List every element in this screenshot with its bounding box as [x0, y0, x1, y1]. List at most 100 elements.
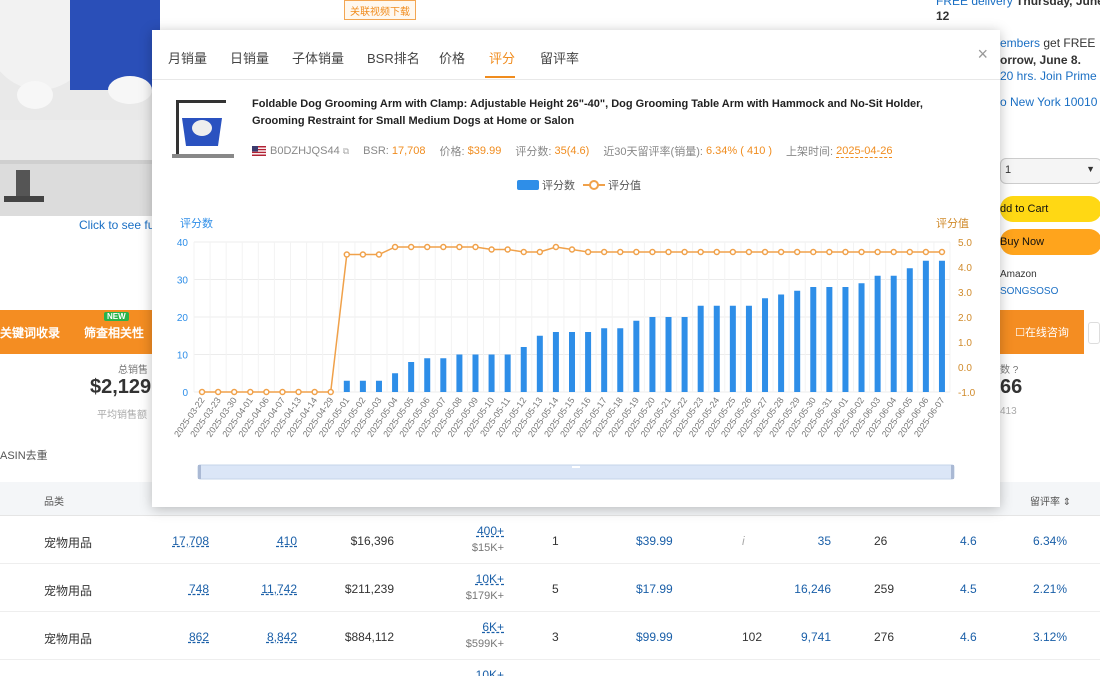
table-row[interactable]: 宠物用品 17,708 410 $16,396 1 $39.99 i 35 26 4.6 6.34%…: [0, 516, 1100, 564]
rating-point: [617, 248, 624, 256]
tab-price[interactable]: 价格: [439, 48, 465, 67]
bsr-label: BSR:: [363, 145, 389, 157]
online-consult-button[interactable]: ☐ 在线咨询: [1000, 310, 1084, 354]
modal-tabs: 月销量 日销量 子体销量 BSR排名 价格 评分 留评率 ×: [152, 30, 1000, 80]
cell-variant-main[interactable]: 10K+: [476, 572, 504, 586]
right-stat-sub: 413: [1000, 406, 1017, 417]
close-icon[interactable]: ×: [977, 44, 988, 65]
cell-variant-sub: $15K+: [471, 542, 504, 554]
quantity-select[interactable]: 1 ▼: [1000, 158, 1100, 184]
rating-point: [858, 248, 865, 256]
bar: [874, 275, 881, 392]
buy-now-button[interactable]: Buy Now: [1000, 229, 1100, 255]
zoom-slider-handle-left[interactable]: [198, 465, 201, 479]
cell-rate: 6.34%: [1033, 534, 1068, 548]
cell-bsr[interactable]: 17,708: [172, 534, 209, 548]
rating-point: [649, 248, 656, 256]
table-row[interactable]: 宠物用品 862 8,842 $884,112 3 $99.99 102 9,741 276 4.…: [0, 612, 1100, 660]
relevance-button[interactable]: NEW 筛查相关性: [84, 311, 144, 341]
tab-variant-sales[interactable]: 子体销量: [292, 48, 344, 67]
y-right-tick: 4.0: [958, 263, 972, 274]
tab-review-rate[interactable]: 留评率: [540, 48, 579, 67]
bar: [729, 305, 736, 392]
table-row[interactable]: 宠物用品 748 11,742 $211,239 5 $17.99 16,246 259 4.5…: [0, 564, 1100, 612]
asin-value[interactable]: B0DZHJQS44: [270, 145, 340, 157]
cell-sales[interactable]: 8,842: [267, 630, 297, 644]
external-link-icon[interactable]: ⧉: [343, 146, 349, 157]
rating-point: [407, 243, 415, 251]
video-download-badge[interactable]: 关联视频下载: [344, 0, 416, 20]
y-right-tick: 0.0: [958, 363, 972, 374]
price-value: $39.99: [467, 145, 502, 157]
cell-days: 26: [874, 534, 888, 548]
bar: [375, 380, 382, 392]
cell-info: 102: [742, 630, 763, 644]
zoom-slider-handle-right[interactable]: [951, 465, 954, 479]
bar: [665, 317, 672, 392]
bar: [810, 287, 817, 392]
tool-orange-bar: 关键词收录 NEW 筛查相关性: [0, 310, 152, 354]
cell-variant-main[interactable]: 10K+: [476, 668, 504, 676]
location-link[interactable]: o New York 10010: [1000, 95, 1097, 109]
rating-point: [311, 388, 318, 396]
listed-date: 2025-04-26: [836, 144, 893, 158]
cell-rating: 4.6: [960, 630, 977, 644]
rating-point: [729, 248, 737, 256]
rating-point: [922, 248, 930, 256]
table-row[interactable]: 10K+: [0, 660, 1100, 676]
product-title[interactable]: Foldable Dog Grooming Arm with Clamp: Ad…: [252, 96, 972, 130]
add-to-cart-button[interactable]: dd to Cart: [1000, 196, 1100, 222]
cell-variant-sub: $599K+: [465, 638, 504, 650]
bar: [488, 354, 495, 392]
zoom-slider-grip[interactable]: [572, 466, 580, 468]
us-flag-icon: [252, 146, 266, 156]
rating-point: [343, 251, 351, 258]
rating-point: [906, 248, 914, 256]
members-line[interactable]: embers get FREE: [1000, 36, 1095, 50]
rating-point: [842, 248, 849, 256]
new-tag: NEW: [104, 311, 129, 321]
bar: [938, 260, 945, 392]
bar: [745, 305, 752, 392]
cell-bsr[interactable]: 748: [189, 582, 209, 596]
rating-point: [793, 248, 801, 256]
cell-reviews: 16,246: [794, 582, 831, 596]
bar: [520, 347, 527, 392]
tab-rating[interactable]: 评分: [489, 48, 515, 67]
tab-daily-sales[interactable]: 日销量: [230, 48, 269, 67]
y-right-tick: 2.0: [958, 313, 972, 324]
cell-variant-main[interactable]: 6K+: [482, 620, 504, 634]
header-category[interactable]: 品类: [44, 493, 64, 508]
tab-bsr-rank[interactable]: BSR排名: [367, 48, 420, 67]
rating-point: [777, 248, 785, 256]
product-image[interactable]: [0, 0, 160, 216]
bsr-value: 17,708: [391, 145, 426, 157]
cell-category: 宠物用品: [44, 584, 93, 598]
legend-bar-swatch: [517, 180, 539, 190]
cell-variant-main[interactable]: 400+: [477, 524, 504, 538]
cell-sales[interactable]: 410: [277, 534, 297, 548]
bar: [343, 380, 350, 392]
keywords-button[interactable]: 关键词收录: [0, 324, 60, 341]
join-prime-link[interactable]: Join Prime: [1040, 69, 1097, 83]
click-to-see-link[interactable]: Click to see fu: [79, 218, 154, 232]
cell-sales[interactable]: 11,742: [261, 582, 297, 596]
bar: [585, 332, 592, 392]
bar: [408, 362, 415, 392]
cell-rate: 3.12%: [1033, 630, 1068, 644]
header-retention[interactable]: 留评率 ⇕: [1030, 493, 1071, 508]
product-thumbnail: [172, 98, 234, 160]
bar: [392, 373, 399, 392]
y-right-tick: -1.0: [958, 388, 976, 399]
total-sales-value: $2,129: [90, 376, 152, 398]
rating-point: [423, 243, 431, 251]
rating-point: [488, 246, 495, 253]
active-tab-indicator: [485, 76, 515, 78]
seller-link[interactable]: SONGSOSO: [1000, 286, 1058, 297]
asin-dedupe-label[interactable]: ASIN去重: [0, 447, 48, 463]
y-left-title: 评分数: [180, 217, 213, 230]
tab-monthly-sales[interactable]: 月销量: [168, 48, 207, 67]
y-right-tick: 5.0: [958, 238, 972, 249]
cell-bsr[interactable]: 862: [189, 630, 209, 644]
cell-revenue: $16,396: [350, 534, 394, 548]
